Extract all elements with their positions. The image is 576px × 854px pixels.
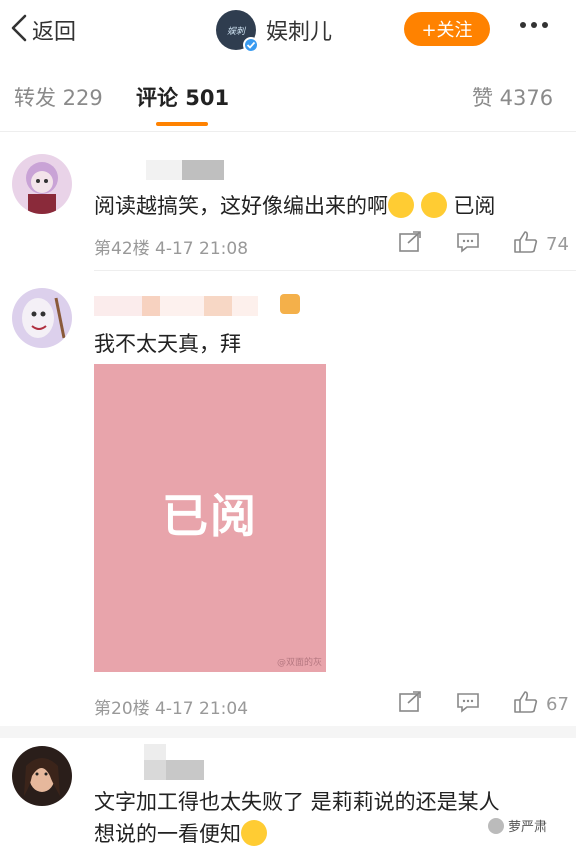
avatar[interactable] [12,154,72,214]
account-logo: 娱刺 [226,26,245,37]
comment-floor-time: 第42楼 4-17 21:08 [94,239,249,259]
chevron-left-icon [8,13,30,47]
back-label: 返回 [32,20,77,45]
image-watermark: @双面的灰 [276,658,322,668]
tab-repost[interactable]: 转发 229 [14,82,103,112]
account-avatar[interactable]: 娱刺 [216,10,259,53]
section-divider [0,726,576,738]
like-icon[interactable] [512,690,540,718]
laugh-cry-emoji-icon [420,192,447,218]
image-caption: 已阅 [162,489,258,543]
tab-bar: 转发 229 评论 501 赞 4376 [0,62,576,132]
like-count: 74 [546,233,569,255]
share-icon[interactable] [396,230,424,258]
account-name: 娱刺儿 [266,20,333,45]
follow-button[interactable]: +关注 [404,12,490,46]
verified-badge-icon [243,37,259,53]
wechat-icon [488,817,504,834]
laugh-cry-emoji-icon [388,192,414,218]
comment-body-line2: 想说的一看便知 [94,822,241,846]
back-button[interactable]: 返回 [8,12,76,48]
avatar[interactable] [12,746,72,806]
username-masked [144,760,204,780]
share-icon[interactable] [396,690,424,718]
comment-body: 我不太天真，拜 [94,332,241,356]
divider [94,270,576,271]
comment-floor-time: 第20楼 4-17 21:04 [94,699,249,719]
comment-body-tail: 已阅 [453,194,496,218]
active-tab-indicator [156,122,208,126]
account-header[interactable]: 娱刺 娱刺儿 [216,10,333,53]
like-icon[interactable] [512,230,540,258]
comment-body-line1: 文字加工得也太失败了 是莉莉说的还是某人 [94,790,500,814]
comment-body: 阅读越搞笑，这好像编出来的啊 [94,194,388,218]
comment-icon[interactable] [454,690,482,718]
tab-comments[interactable]: 评论 501 [136,82,229,112]
comment-actions: 74 [396,230,569,258]
comment-actions: 67 [396,690,569,718]
comment-icon[interactable] [454,230,482,258]
grin-emoji-icon [241,820,267,846]
watermark-text: 萝严肃 [508,820,548,835]
vip-badge-icon [280,294,300,314]
comment-image[interactable]: 已阅 @双面的灰 [94,364,326,672]
tab-likes[interactable]: 赞 4376 [472,82,553,112]
comment-text-line2: 想说的一看便知 [94,818,267,848]
username-masked [146,160,224,180]
more-options-icon[interactable] [520,22,548,28]
username-masked [94,296,258,316]
like-count: 67 [546,693,569,715]
top-nav-bar: 返回 娱刺 娱刺儿 +关注 [0,0,576,62]
watermark: 萝严肃 [488,816,547,835]
avatar[interactable] [12,288,72,348]
comment-text: 阅读越搞笑，这好像编出来的啊 已阅 [94,190,495,220]
